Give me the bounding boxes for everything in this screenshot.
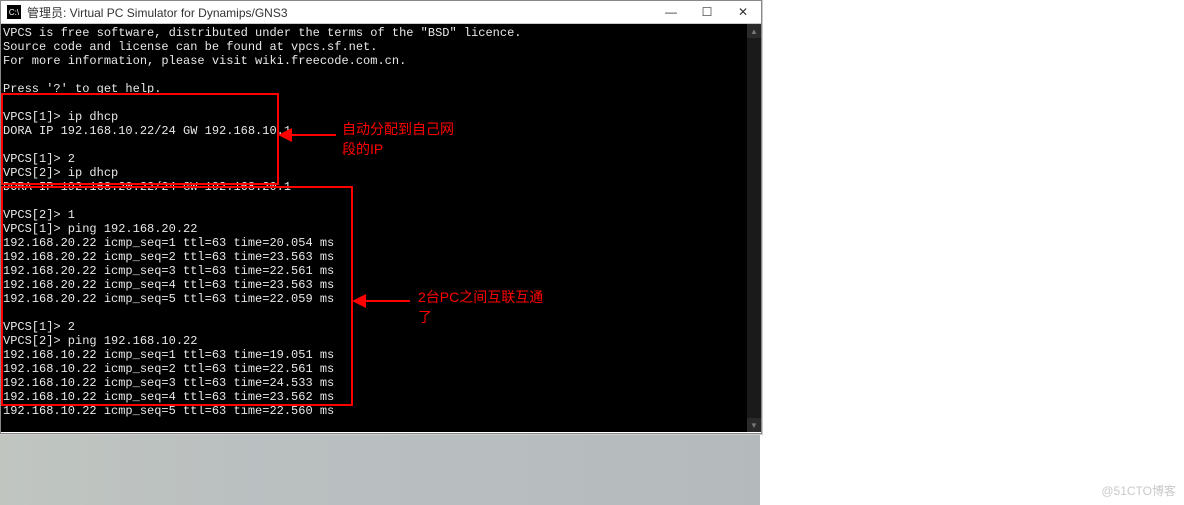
close-button[interactable]: ✕ bbox=[725, 1, 761, 23]
title-text: Virtual PC Simulator for Dynamips/GNS3 bbox=[70, 6, 288, 20]
terminal-viewport[interactable]: VPCS is free software, distributed under… bbox=[1, 24, 761, 432]
app-icon: C:\ bbox=[7, 5, 21, 19]
minimize-button[interactable]: — bbox=[653, 1, 689, 23]
scroll-up-button[interactable]: ▲ bbox=[747, 24, 761, 38]
titlebar[interactable]: C:\ 管理员: Virtual PC Simulator for Dynami… bbox=[1, 1, 761, 24]
scroll-down-button[interactable]: ▼ bbox=[747, 418, 761, 432]
scrollbar[interactable]: ▲ ▼ bbox=[747, 24, 761, 432]
watermark: @51CTO博客 bbox=[1101, 482, 1176, 499]
title-prefix: 管理员: bbox=[27, 6, 70, 20]
terminal-window: C:\ 管理员: Virtual PC Simulator for Dynami… bbox=[0, 0, 762, 434]
window-title: 管理员: Virtual PC Simulator for Dynamips/G… bbox=[27, 4, 653, 21]
maximize-button[interactable]: ☐ bbox=[689, 1, 725, 23]
desktop-background-strip bbox=[0, 433, 760, 505]
terminal-output: VPCS is free software, distributed under… bbox=[1, 24, 761, 432]
window-controls: — ☐ ✕ bbox=[653, 1, 761, 23]
